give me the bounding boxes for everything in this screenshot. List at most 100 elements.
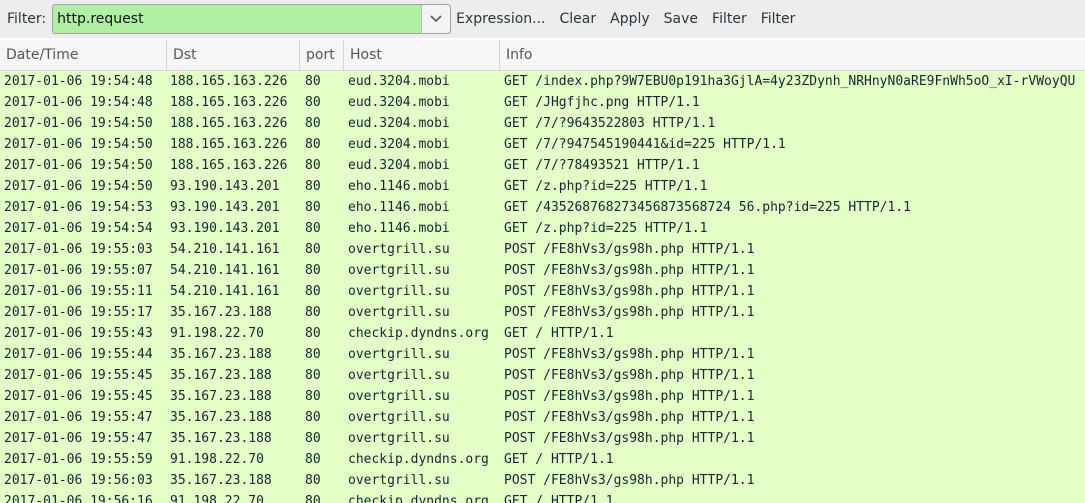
cell-info: GET /435268768273456873568724 56.php?id=… [504,200,911,215]
cell-info: GET /7/?78493521 HTTP/1.1 [504,158,700,173]
table-row[interactable]: 2017-01-06 19:55:17 35.167.23.188 80 overtg… [0,302,1085,323]
filter-dropdown-button[interactable] [421,5,451,33]
packet-list-header: Date/Time Dst port Host Info [0,40,1085,71]
cell-dst: 35.167.23.188 [170,431,272,446]
cell-dst: 35.167.23.188 [170,473,272,488]
column-header-info[interactable]: Info [500,40,1085,70]
cell-port: 80 [305,284,321,299]
cell-datetime: 2017-01-06 19:55:47 [4,431,153,446]
apply-button[interactable]: Apply [610,11,650,27]
table-row[interactable]: 2017-01-06 19:55:43 91.198.22.70 80 checkip… [0,323,1085,344]
cell-info: GET /JHgfjhc.png HTTP/1.1 [504,95,700,110]
cell-host: eud.3204.mobi [348,95,450,110]
table-row[interactable]: 2017-01-06 19:55:11 54.210.141.161 80 overt… [0,281,1085,302]
table-row[interactable]: 2017-01-06 19:55:45 35.167.23.188 80 overtg… [0,386,1085,407]
cell-dst: 91.198.22.70 [170,452,264,467]
cell-datetime: 2017-01-06 19:54:53 [4,200,153,215]
cell-host: eho.1146.mobi [348,179,450,194]
column-header-datetime[interactable]: Date/Time [0,40,167,70]
table-row[interactable]: 2017-01-06 19:54:48 188.165.163.226 80 eud.… [0,92,1085,113]
cell-port: 80 [305,347,321,362]
cell-info: GET /7/?947545190441&id=225 HTTP/1.1 [504,137,786,152]
cell-info: GET / HTTP/1.1 [504,452,614,467]
cell-port: 80 [305,200,321,215]
cell-dst: 35.167.23.188 [170,347,272,362]
chevron-down-icon [430,15,442,23]
cell-info: POST /FE8hVs3/gs98h.php HTTP/1.1 [504,389,755,404]
cell-info: POST /FE8hVs3/gs98h.php HTTP/1.1 [504,473,755,488]
table-row[interactable]: 2017-01-06 19:54:50 93.190.143.201 80 eho.1… [0,176,1085,197]
cell-datetime: 2017-01-06 19:54:50 [4,137,153,152]
cell-host: checkip.dyndns.org [348,494,489,503]
cell-port: 80 [305,368,321,383]
cell-port: 80 [305,221,321,236]
table-row[interactable]: 2017-01-06 19:54:53 93.190.143.201 80 eho.1… [0,197,1085,218]
cell-host: overtgrill.su [348,305,450,320]
cell-port: 80 [305,494,321,503]
cell-port: 80 [305,452,321,467]
cell-info: GET / HTTP/1.1 [504,494,614,503]
table-row[interactable]: 2017-01-06 19:54:50 188.165.163.226 80 eud.… [0,155,1085,176]
cell-dst: 93.190.143.201 [170,179,280,194]
table-row[interactable]: 2017-01-06 19:55:47 35.167.23.188 80 overtg… [0,407,1085,428]
column-header-dst[interactable]: Dst [167,40,300,70]
cell-dst: 188.165.163.226 [170,95,288,110]
cell-info: POST /FE8hVs3/gs98h.php HTTP/1.1 [504,368,755,383]
filter-button-1[interactable]: Filter [712,11,747,27]
cell-info: POST /FE8hVs3/gs98h.php HTTP/1.1 [504,242,755,257]
cell-datetime: 2017-01-06 19:55:07 [4,263,153,278]
cell-datetime: 2017-01-06 19:55:45 [4,368,153,383]
cell-host: overtgrill.su [348,389,450,404]
cell-dst: 188.165.163.226 [170,137,288,152]
table-row[interactable]: 2017-01-06 19:55:07 54.210.141.161 80 overt… [0,260,1085,281]
cell-datetime: 2017-01-06 19:55:11 [4,284,153,299]
cell-host: eud.3204.mobi [348,158,450,173]
table-row[interactable]: 2017-01-06 19:54:48 188.165.163.226 80 eud.… [0,71,1085,92]
table-row[interactable]: 2017-01-06 19:55:03 54.210.141.161 80 overt… [0,239,1085,260]
cell-datetime: 2017-01-06 19:55:03 [4,242,153,257]
expression-button[interactable]: Expression... [456,11,545,27]
cell-info: POST /FE8hVs3/gs98h.php HTTP/1.1 [504,347,755,362]
cell-dst: 54.210.141.161 [170,284,280,299]
cell-port: 80 [305,326,321,341]
cell-port: 80 [305,179,321,194]
table-row[interactable]: 2017-01-06 19:56:16 91.198.22.70 80 checkip… [0,491,1085,503]
cell-datetime: 2017-01-06 19:54:50 [4,158,153,173]
packet-list[interactable]: 2017-01-06 19:54:48 188.165.163.226 80 eud.… [0,71,1085,503]
column-header-port[interactable]: port [300,40,344,70]
table-row[interactable]: 2017-01-06 19:54:54 93.190.143.201 80 eho.1… [0,218,1085,239]
table-row[interactable]: 2017-01-06 19:55:59 91.198.22.70 80 checkip… [0,449,1085,470]
cell-port: 80 [305,410,321,425]
cell-datetime: 2017-01-06 19:55:44 [4,347,153,362]
cell-dst: 35.167.23.188 [170,305,272,320]
cell-host: checkip.dyndns.org [348,326,489,341]
cell-info: GET /index.php?9W7EBU0p191ha3GjlA=4y23ZD… [504,74,1076,89]
cell-host: eud.3204.mobi [348,116,450,131]
table-row[interactable]: 2017-01-06 19:55:47 35.167.23.188 80 overtg… [0,428,1085,449]
cell-datetime: 2017-01-06 19:54:50 [4,179,153,194]
clear-button[interactable]: Clear [560,11,597,27]
cell-host: overtgrill.su [348,473,450,488]
cell-datetime: 2017-01-06 19:54:50 [4,116,153,131]
cell-host: checkip.dyndns.org [348,452,489,467]
cell-host: eud.3204.mobi [348,137,450,152]
column-header-host[interactable]: Host [344,40,500,70]
cell-info: POST /FE8hVs3/gs98h.php HTTP/1.1 [504,263,755,278]
save-button[interactable]: Save [664,11,698,27]
table-row[interactable]: 2017-01-06 19:54:50 188.165.163.226 80 eud.… [0,134,1085,155]
cell-dst: 35.167.23.188 [170,389,272,404]
cell-port: 80 [305,137,321,152]
table-row[interactable]: 2017-01-06 19:54:50 188.165.163.226 80 eud.… [0,113,1085,134]
cell-dst: 188.165.163.226 [170,74,288,89]
table-row[interactable]: 2017-01-06 19:56:03 35.167.23.188 80 overtg… [0,470,1085,491]
filter-combo[interactable] [52,4,452,34]
cell-host: overtgrill.su [348,347,450,362]
filter-button-2[interactable]: Filter [761,11,796,27]
cell-info: GET /z.php?id=225 HTTP/1.1 [504,221,708,236]
cell-host: overtgrill.su [348,284,450,299]
cell-info: POST /FE8hVs3/gs98h.php HTTP/1.1 [504,305,755,320]
table-row[interactable]: 2017-01-06 19:55:44 35.167.23.188 80 overtg… [0,344,1085,365]
filter-input[interactable] [53,6,418,32]
table-row[interactable]: 2017-01-06 19:55:45 35.167.23.188 80 overtg… [0,365,1085,386]
cell-datetime: 2017-01-06 19:55:43 [4,326,153,341]
